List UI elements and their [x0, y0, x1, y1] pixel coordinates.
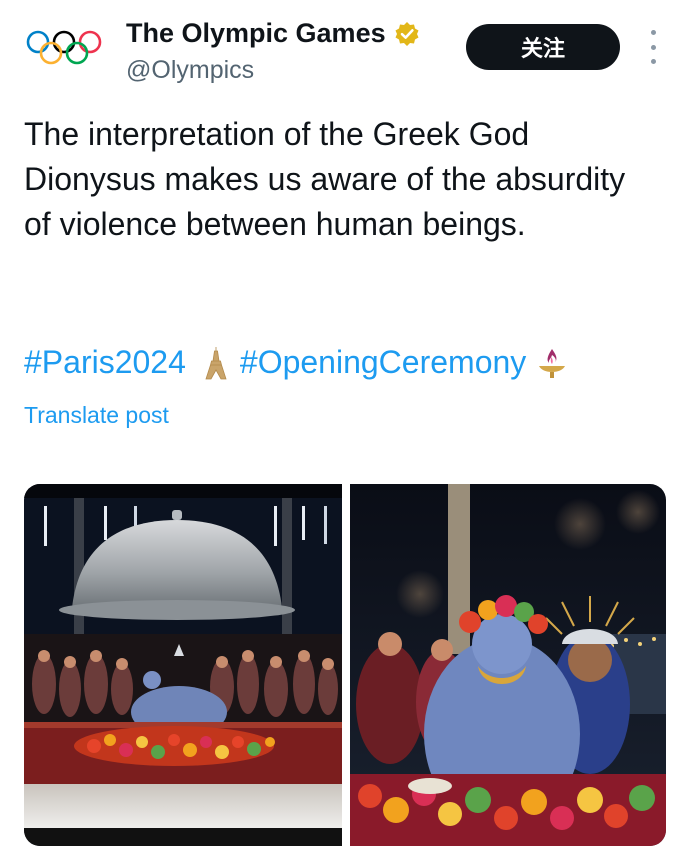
- eiffel-tower-icon: [202, 345, 230, 381]
- blue-performer-photo[interactable]: [350, 484, 666, 846]
- hashtag-openingceremony[interactable]: #OpeningCeremony: [240, 340, 526, 385]
- display-name[interactable]: The Olympic Games: [126, 18, 386, 49]
- olympic-rings-icon[interactable]: [24, 22, 104, 80]
- media-grid: [24, 484, 666, 846]
- follow-button[interactable]: 关注: [466, 24, 620, 70]
- hashtag-row: #Paris2024 #OpeningCeremony: [24, 340, 568, 385]
- post-text: The interpretation of the Greek God Dion…: [24, 116, 626, 242]
- more-vertical-icon[interactable]: [646, 30, 660, 64]
- torch-flame-icon: [536, 345, 568, 381]
- banquet-stage-photo[interactable]: [24, 484, 342, 846]
- translate-post-link[interactable]: Translate post: [24, 402, 169, 429]
- account-name-row: The Olympic Games: [126, 18, 420, 49]
- post-header: The Olympic Games @Olympics 关注: [0, 0, 690, 100]
- hashtag-paris2024[interactable]: #Paris2024: [24, 340, 186, 385]
- account-handle[interactable]: @Olympics: [126, 56, 254, 85]
- verified-badge-icon[interactable]: [394, 21, 420, 47]
